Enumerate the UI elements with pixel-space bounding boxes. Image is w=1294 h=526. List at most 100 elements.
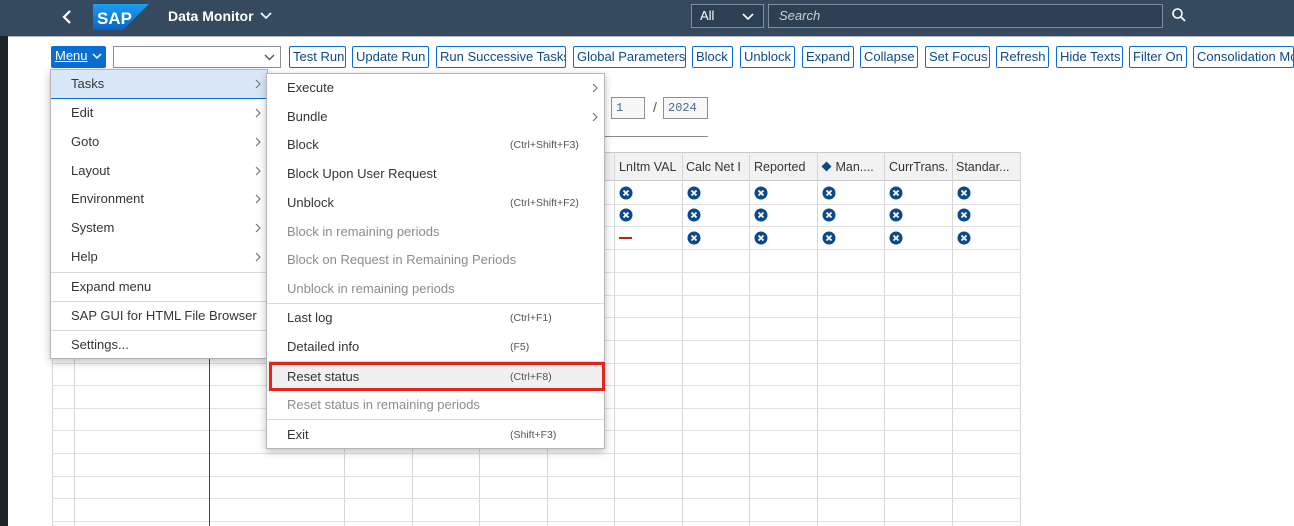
search-icon[interactable] (1171, 7, 1187, 23)
menu-button[interactable]: Menu (51, 46, 106, 68)
error-status-icon[interactable] (822, 231, 836, 245)
chevron-down-icon (742, 13, 754, 21)
shortcut-label: (Ctrl+Shift+F2) (510, 197, 579, 209)
grid-row-line (52, 453, 1021, 454)
col-header-calc-net[interactable]: Calc Net I (686, 160, 748, 174)
menu-button-label: Menu (55, 48, 88, 63)
error-status-icon[interactable] (822, 186, 836, 200)
error-status-icon[interactable] (754, 208, 768, 222)
menu-item-system[interactable]: System (51, 214, 267, 242)
chevron-right-icon (255, 137, 261, 147)
col-header-reported[interactable]: Reported (754, 160, 816, 174)
hide-texts-button[interactable]: Hide Texts (1056, 46, 1123, 68)
submenu-item-last-log[interactable]: Last log (Ctrl+F1) (267, 304, 604, 332)
set-focus-button[interactable]: Set Focus (925, 46, 990, 68)
menu-item-label: Expand menu (71, 279, 152, 294)
not-relevant-status-icon[interactable] (619, 237, 632, 239)
grid-col-line (614, 152, 615, 526)
col-header-curr-trans[interactable]: CurrTrans. (889, 160, 953, 174)
submenu-item-label: Block Upon User Request (287, 166, 437, 181)
search-input[interactable]: Search (768, 4, 1163, 28)
menu-item-edit[interactable]: Edit (51, 99, 267, 127)
error-status-icon[interactable] (889, 208, 903, 222)
submenu-item-bundle[interactable]: Bundle (267, 103, 604, 131)
error-status-icon[interactable] (957, 186, 971, 200)
year-field[interactable]: 2024 (663, 97, 708, 119)
sap-logo[interactable]: SAP (93, 4, 149, 30)
consolidation-monitor-button[interactable]: Consolidation Mo (1193, 46, 1294, 68)
error-status-icon[interactable] (889, 186, 903, 200)
submenu-item-exit[interactable]: Exit (Shift+F3) (267, 421, 604, 449)
col-header-standard[interactable]: Standar... (956, 160, 1018, 174)
col-header-lnitm-val[interactable]: LnItm VAL (619, 160, 683, 174)
test-run-button[interactable]: Test Run (289, 46, 346, 68)
menu-item-label: Help (71, 249, 98, 264)
col-header-manual[interactable]: Man.... (821, 160, 885, 174)
submenu-item-block[interactable]: Block (Ctrl+Shift+F3) (267, 131, 604, 159)
error-status-icon[interactable] (687, 186, 701, 200)
error-status-icon[interactable] (754, 186, 768, 200)
global-parameters-button[interactable]: Global Parameters (573, 46, 686, 68)
error-status-icon[interactable] (957, 208, 971, 222)
period-field[interactable]: 1 (611, 97, 645, 119)
menu-item-label: Layout (71, 163, 111, 178)
grid-col-line (817, 152, 818, 526)
menu-item-environment[interactable]: Environment (51, 185, 267, 213)
menu-item-file-browser[interactable]: SAP GUI for HTML File Browser (51, 302, 267, 330)
grid-col-line (1020, 152, 1021, 526)
error-status-icon[interactable] (957, 231, 971, 245)
submenu-item-label: Unblock in remaining periods (287, 281, 455, 296)
submenu-item-unblock-remaining: Unblock in remaining periods (267, 275, 604, 303)
submenu-item-label: Detailed info (287, 339, 360, 354)
shortcut-label: (Ctrl+F1) (510, 312, 552, 324)
error-status-icon[interactable] (687, 208, 701, 222)
error-status-icon[interactable] (822, 208, 836, 222)
submenu-item-label: Execute (287, 80, 334, 95)
menu-item-settings[interactable]: Settings... (51, 331, 267, 359)
menu-item-layout[interactable]: Layout (51, 157, 267, 185)
submenu-item-detailed-info[interactable]: Detailed info (F5) (267, 333, 604, 361)
collapse-button[interactable]: Collapse (860, 46, 918, 68)
update-run-button[interactable]: Update Run (352, 46, 429, 68)
submenu-item-label: Reset status in remaining periods (287, 397, 480, 412)
col-header-manual-label: Man.... (835, 160, 874, 174)
chevron-right-icon (255, 252, 261, 262)
app-title[interactable]: Data Monitor (168, 8, 272, 24)
grid-col-line (884, 152, 885, 526)
search-scope-select[interactable]: All (691, 4, 764, 28)
period-separator: / (653, 99, 657, 115)
menu-item-tasks[interactable]: Tasks (51, 70, 267, 98)
error-status-icon[interactable] (687, 231, 701, 245)
menu-item-label: System (71, 220, 115, 235)
chevron-right-icon (255, 79, 261, 89)
shortcut-label: (Ctrl+Shift+F3) (510, 139, 579, 151)
menu-item-goto[interactable]: Goto (51, 128, 267, 156)
search-scope-value: All (700, 8, 715, 23)
error-status-icon[interactable] (619, 208, 633, 222)
submenu-item-execute[interactable]: Execute (267, 74, 604, 102)
search-placeholder: Search (779, 8, 821, 23)
main-menu: Tasks Edit Goto Layout Environment Syste… (50, 69, 268, 359)
svg-text:SAP: SAP (97, 9, 132, 28)
unblock-button[interactable]: Unblock (740, 46, 795, 68)
command-field[interactable] (113, 46, 281, 68)
error-status-icon[interactable] (619, 186, 633, 200)
refresh-button[interactable]: Refresh (996, 46, 1049, 68)
error-status-icon[interactable] (754, 231, 768, 245)
shell-bar: SAP Data Monitor All Search (0, 0, 1294, 36)
menu-item-help[interactable]: Help (51, 243, 267, 271)
submenu-item-unblock[interactable]: Unblock (Ctrl+Shift+F2) (267, 189, 604, 217)
expand-button[interactable]: Expand (802, 46, 854, 68)
back-icon[interactable] (57, 6, 77, 28)
diamond-icon (821, 161, 832, 172)
submenu-item-block-upon-request[interactable]: Block Upon User Request (267, 160, 604, 188)
filter-on-button[interactable]: Filter On (1129, 46, 1187, 68)
chevron-down-icon[interactable] (264, 54, 275, 61)
run-successive-tasks-button[interactable]: Run Successive Tasks (436, 46, 566, 68)
menu-item-expand-menu[interactable]: Expand menu (51, 273, 267, 301)
chevron-right-icon (255, 108, 261, 118)
submenu-item-label: Block in remaining periods (287, 224, 440, 239)
error-status-icon[interactable] (889, 231, 903, 245)
chevron-right-icon (255, 166, 261, 176)
block-button[interactable]: Block (692, 46, 733, 68)
